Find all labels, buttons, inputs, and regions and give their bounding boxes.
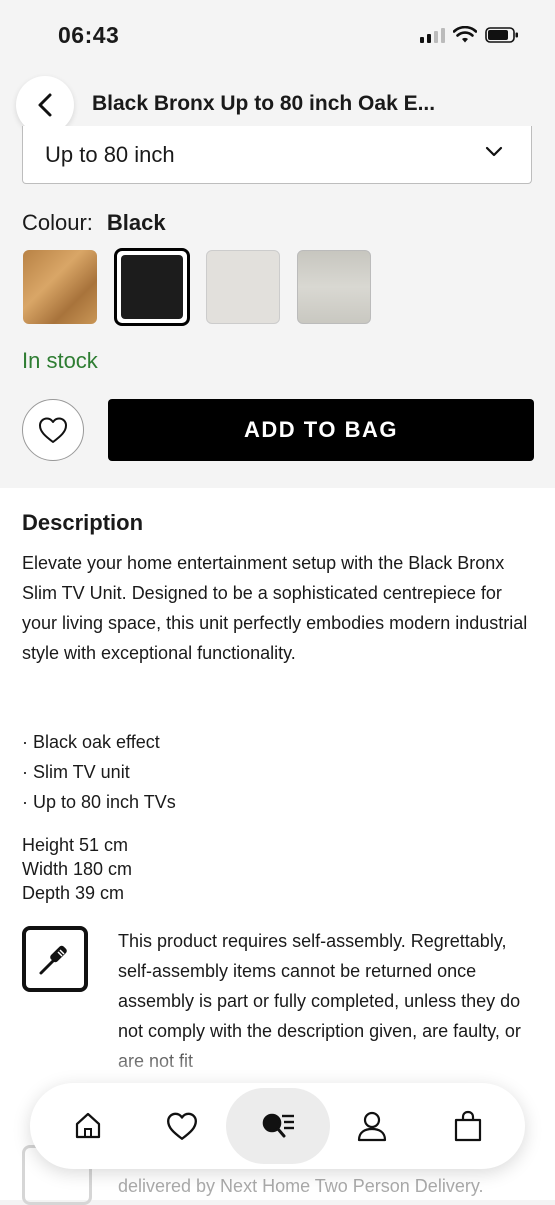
- chevron-left-icon: [38, 93, 52, 117]
- home-icon: [75, 1112, 101, 1139]
- colour-row: Colour: Black: [22, 210, 166, 236]
- dimension-width: Width 180 cm: [22, 859, 133, 879]
- heart-icon: [39, 417, 67, 443]
- delivery-text: delivered by Next Home Two Person Delive…: [118, 1176, 484, 1196]
- bottom-nav: [30, 1083, 525, 1169]
- nav-home-button[interactable]: [68, 1106, 108, 1146]
- nav-favourites-button[interactable]: [162, 1106, 202, 1146]
- list-item: · Up to 80 inch TVs: [22, 792, 176, 812]
- screwdriver-icon: [22, 926, 88, 992]
- size-selected-value: Up to 80 inch: [45, 142, 175, 167]
- heart-icon: [167, 1112, 197, 1140]
- wishlist-button[interactable]: [22, 399, 84, 461]
- swatch-black[interactable]: [114, 248, 190, 326]
- size-dropdown[interactable]: Up to 80 inch: [22, 126, 532, 184]
- chevron-down-icon: [485, 146, 503, 157]
- nav-account-button[interactable]: [352, 1106, 392, 1146]
- colour-selected: Black: [106, 210, 166, 235]
- dimensions-list: Height 51 cm Width 180 cm Depth 39 cm: [22, 833, 132, 905]
- colour-label: Colour:: [22, 210, 93, 235]
- swatch-oak[interactable]: [23, 250, 97, 324]
- nav-bag-button[interactable]: [448, 1106, 488, 1146]
- feature-list: · Black oak effect · Slim TV unit · Up t…: [22, 727, 176, 817]
- swatch-white[interactable]: [206, 250, 280, 324]
- bag-icon: [454, 1110, 482, 1142]
- list-item: · Black oak effect: [22, 732, 160, 752]
- list-item: · Slim TV unit: [22, 762, 130, 782]
- dimension-depth: Depth 39 cm: [22, 883, 125, 903]
- status-bar: 06:43: [0, 0, 555, 70]
- page-title: Black Bronx Up to 80 inch Oak E...: [92, 92, 436, 115]
- signal-icon: [420, 27, 445, 43]
- swatch-grey[interactable]: [297, 250, 371, 324]
- account-icon: [357, 1111, 387, 1142]
- stock-status: In stock: [22, 348, 98, 373]
- dimension-height: Height 51 cm: [22, 835, 129, 855]
- wifi-icon: [453, 26, 477, 43]
- search-icon: [262, 1113, 294, 1138]
- status-icons: [420, 26, 519, 44]
- battery-icon: [485, 27, 518, 43]
- nav-search-button[interactable]: [258, 1106, 298, 1146]
- add-to-bag-button[interactable]: ADD TO BAG: [108, 399, 534, 461]
- description-title: Description: [22, 510, 144, 535]
- description-text: Elevate your home entertainment setup wi…: [22, 553, 528, 663]
- status-time: 06:43: [58, 22, 120, 48]
